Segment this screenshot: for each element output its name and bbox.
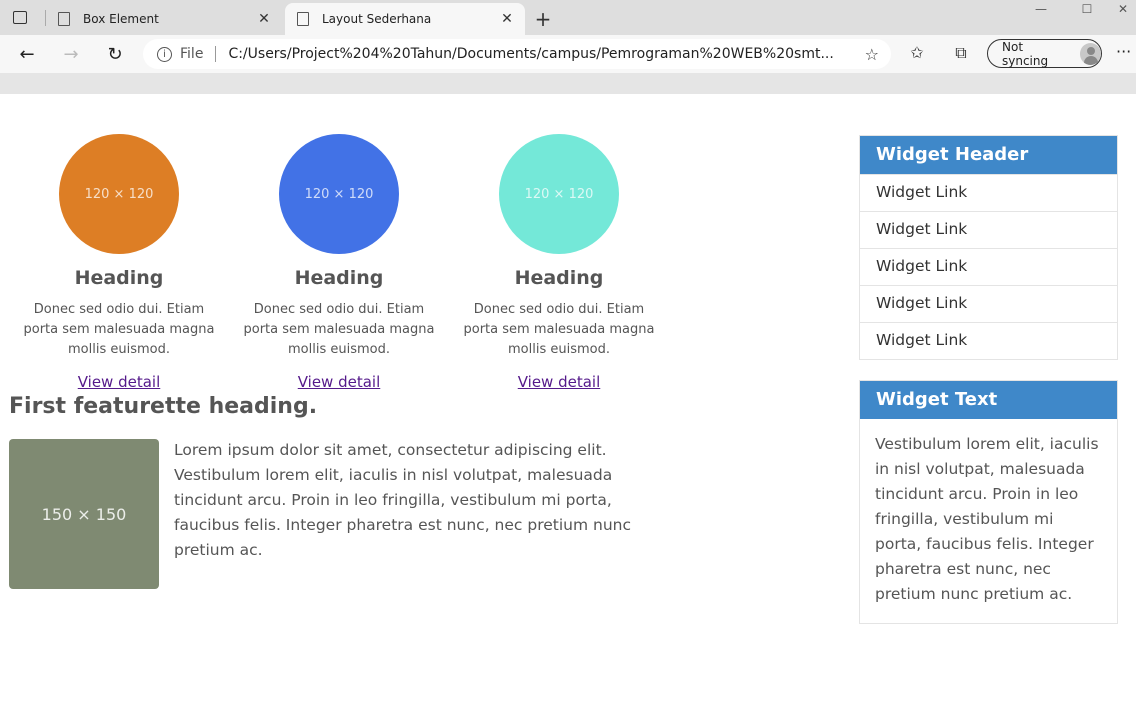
tab-title: Layout Sederhana <box>322 12 432 26</box>
tab-actions-icon[interactable] <box>13 11 27 24</box>
image-placeholder-label: 120 × 120 <box>524 186 594 202</box>
feature-heading: Heading <box>74 267 164 289</box>
page-content: 120 × 120 Heading Donec sed odio dui. Et… <box>0 94 1136 702</box>
feature-heading: Heading <box>294 267 384 289</box>
image-placeholder-label: 120 × 120 <box>304 186 374 202</box>
profile-sync-button[interactable]: Not syncing <box>987 39 1102 68</box>
widget-header: Widget Text <box>860 381 1117 419</box>
refresh-icon[interactable]: ↻ <box>102 41 128 67</box>
feature-column: 120 × 120 Heading Donec sed odio dui. Et… <box>454 134 664 391</box>
address-bar[interactable]: i File C:/Users/Project%204%20Tahun/Docu… <box>143 39 891 69</box>
tab-layout-sederhana[interactable]: Layout Sederhana ✕ <box>285 3 525 35</box>
image-placeholder-label: 150 × 150 <box>41 504 127 524</box>
url-text[interactable]: C:/Users/Project%204%20Tahun/Documents/c… <box>228 46 840 62</box>
view-detail-link[interactable]: View detail <box>298 373 381 391</box>
feature-column: 120 × 120 Heading Donec sed odio dui. Et… <box>14 134 224 391</box>
widget-links: Widget Header Widget Link Widget Link Wi… <box>859 135 1118 360</box>
feature-circle-image: 120 × 120 <box>279 134 399 254</box>
image-placeholder-label: 120 × 120 <box>84 186 154 202</box>
add-favorite-icon[interactable]: ☆ <box>865 45 879 64</box>
feature-column: 120 × 120 Heading Donec sed odio dui. Et… <box>234 134 444 391</box>
close-icon[interactable]: ✕ <box>256 11 272 27</box>
info-icon[interactable]: i <box>157 46 172 62</box>
featurette-image: 150 × 150 <box>9 439 159 589</box>
widget-link[interactable]: Widget Link <box>860 248 1117 285</box>
collections-icon[interactable]: ⧉ <box>950 43 972 63</box>
tab-title: Box Element <box>83 12 159 26</box>
widget-link[interactable]: Widget Link <box>860 211 1117 248</box>
feature-text: Donec sed odio dui. Etiam porta sem male… <box>23 302 215 357</box>
feature-heading: Heading <box>514 267 604 289</box>
widget-link[interactable]: Widget Link <box>860 285 1117 322</box>
more-icon[interactable]: ··· <box>1116 42 1131 61</box>
tab-box-element[interactable]: Box Element ✕ <box>46 3 282 35</box>
new-tab-button[interactable]: + <box>532 7 554 31</box>
forward-icon[interactable]: → <box>58 41 84 67</box>
page-icon <box>297 12 309 26</box>
minimize-icon[interactable]: — <box>1018 2 1064 16</box>
back-icon[interactable]: ← <box>14 41 40 67</box>
widget-link[interactable]: Widget Link <box>860 322 1117 359</box>
featurette-text: Lorem ipsum dolor sit amet, consectetur … <box>174 441 632 559</box>
feature-text: Donec sed odio dui. Etiam porta sem male… <box>463 302 655 357</box>
widget-link[interactable]: Widget Link <box>860 174 1117 211</box>
feature-circle-image: 120 × 120 <box>499 134 619 254</box>
feature-text: Donec sed odio dui. Etiam porta sem male… <box>243 302 435 357</box>
widget-body-text: Vestibulum lorem elit, iaculis in nisl v… <box>875 435 1099 603</box>
close-window-icon[interactable]: ✕ <box>1110 2 1136 16</box>
widget-header: Widget Header <box>860 136 1117 174</box>
featurette-heading: First featurette heading. <box>9 394 318 419</box>
avatar <box>1079 42 1101 65</box>
close-icon[interactable]: ✕ <box>499 11 515 27</box>
sync-label: Not syncing <box>1002 39 1049 68</box>
address-divider <box>215 46 217 62</box>
feature-circle-image: 120 × 120 <box>59 134 179 254</box>
maximize-icon[interactable]: ☐ <box>1064 2 1110 16</box>
favorites-icon[interactable]: ✩ <box>906 43 928 62</box>
page-navbar <box>0 73 1136 94</box>
view-detail-link[interactable]: View detail <box>518 373 601 391</box>
url-scheme: File <box>180 46 204 62</box>
widget-text: Widget Text Vestibulum lorem elit, iacul… <box>859 380 1118 624</box>
view-detail-link[interactable]: View detail <box>78 373 161 391</box>
page-icon <box>58 12 70 26</box>
tab-bar: Box Element ✕ Layout Sederhana ✕ + — ☐ ✕ <box>0 0 1136 35</box>
browser-toolbar: ← → ↻ i File C:/Users/Project%204%20Tahu… <box>0 35 1136 73</box>
